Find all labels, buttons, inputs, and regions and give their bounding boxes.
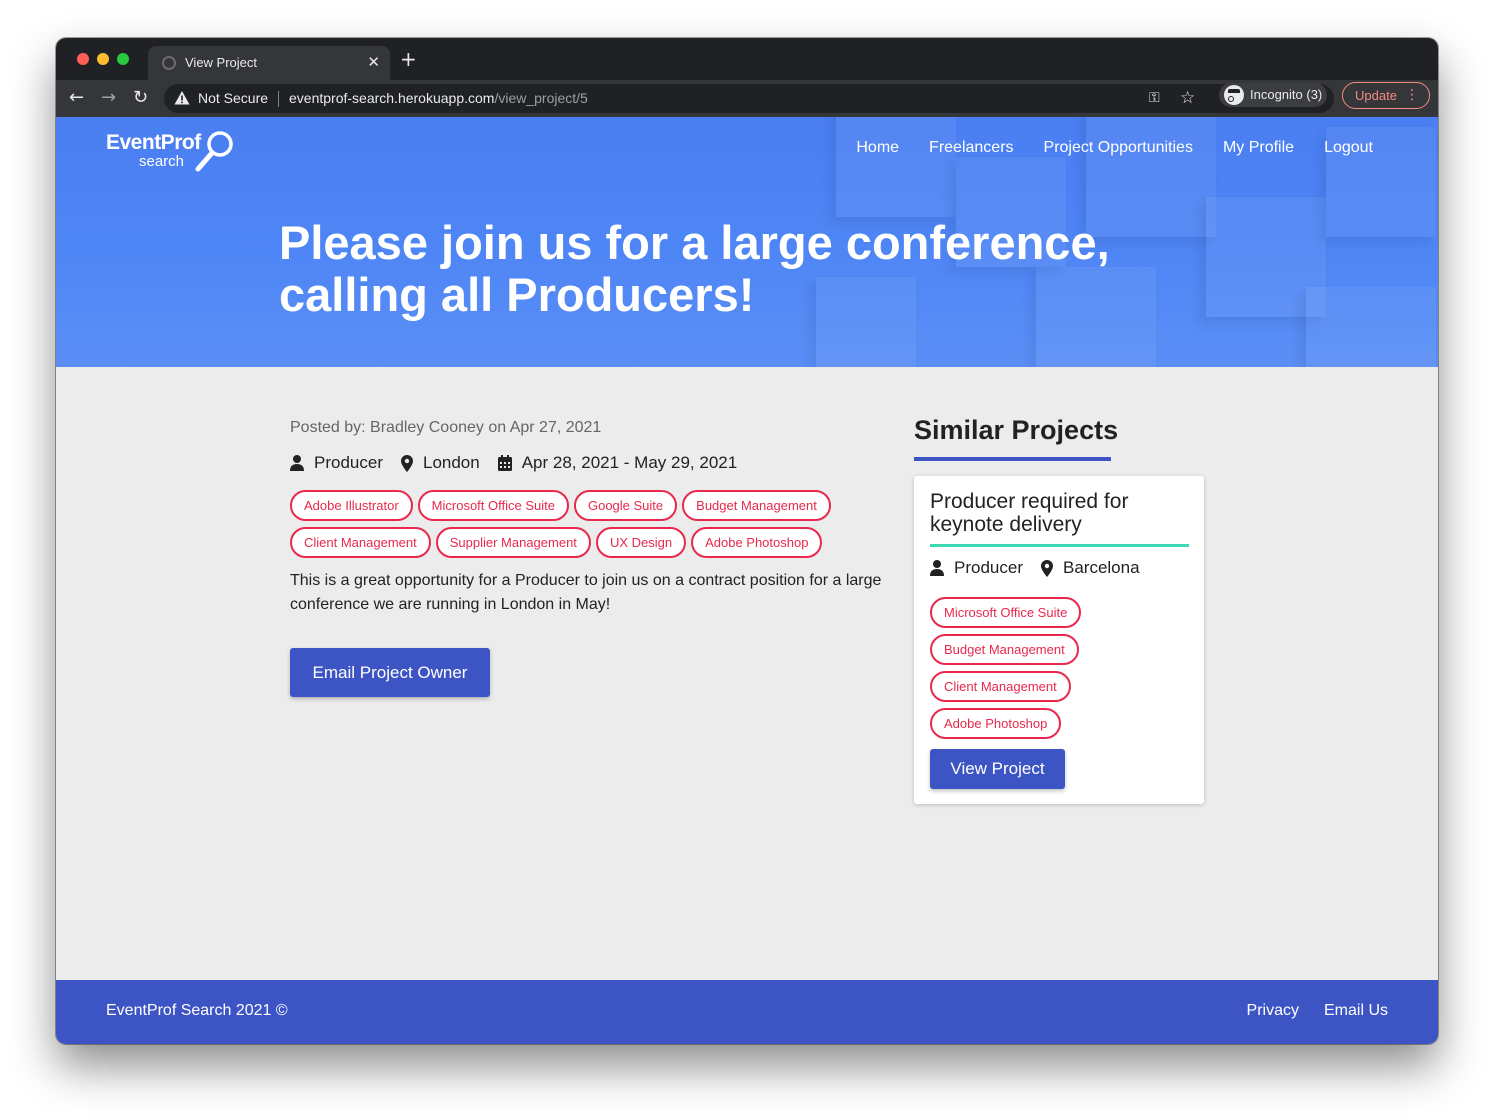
skill-chip[interactable]: Adobe Photoshop [691,527,823,558]
project-description: This is a great opportunity for a Produc… [290,572,882,613]
back-arrow-icon[interactable]: ← [69,87,84,109]
location-meta: London [400,453,480,473]
nav-logout[interactable]: Logout [1324,139,1373,157]
url-path: /view_project/5 [494,90,588,106]
browser-tab[interactable]: View Project ✕ [148,46,390,80]
skill-chip[interactable]: Client Management [290,527,431,558]
nav-my-profile[interactable]: My Profile [1223,139,1294,157]
minimize-window-button[interactable] [97,53,109,65]
reload-icon[interactable]: ↻ [133,87,148,109]
background-cube [836,117,956,217]
dates-meta: Apr 28, 2021 - May 29, 2021 [497,453,738,473]
url-host: eventprof-search.herokuapp.com [289,90,495,106]
globe-icon [162,56,176,70]
security-label[interactable]: Not Secure [198,90,268,106]
map-pin-icon [400,454,413,472]
new-tab-button[interactable]: + [400,49,417,69]
site-logo[interactable]: EventProf search [106,127,246,177]
skill-chip[interactable]: Budget Management [930,634,1079,665]
skill-chip[interactable]: Microsoft Office Suite [930,597,1082,628]
card-role-text: Producer [954,558,1023,577]
skill-chip[interactable]: Budget Management [682,490,831,521]
skill-chip[interactable]: Google Suite [573,490,678,521]
browser-window: View Project ✕ + ← → ↻ Not Secure eventp… [56,38,1438,1044]
email-project-owner-button[interactable]: Email Project Owner [290,648,490,697]
magnifier-logo-icon [195,131,233,172]
project-meta: Producer London Apr 28, 2021 - May 29, 2… [290,453,755,473]
hero-banner: EventProf search Home Freelancers Projec… [56,117,1438,367]
logo-main-text: EventProf [106,131,201,154]
map-pin-icon [1040,559,1053,577]
warning-icon [174,91,190,105]
main-nav: Home Freelancers Project Opportunities M… [856,139,1373,157]
card-meta: Producer Barcelona [930,558,1158,578]
key-icon[interactable]: ⚿ [1149,90,1160,106]
incognito-label: Incognito (3) [1250,87,1323,102]
skill-chip[interactable]: Supplier Management [435,527,591,558]
close-window-button[interactable] [77,53,89,65]
similar-project-card: Producer required for keynote delivery P… [914,476,1204,804]
footer-email-link[interactable]: Email Us [1324,1002,1388,1020]
location-text: London [422,453,480,472]
footer-privacy-link[interactable]: Privacy [1247,1002,1299,1020]
nav-freelancers[interactable]: Freelancers [929,139,1013,157]
tab-title: View Project [185,55,258,70]
url-text[interactable]: eventprof-search.herokuapp.com/view_proj… [289,90,588,106]
calendar-icon [497,455,512,471]
site-footer: EventProf Search 2021 © Privacy Email Us [56,980,1438,1044]
card-location-text: Barcelona [1062,558,1140,577]
heading-underline [914,457,1111,461]
page-title: Please join us for a large conference, c… [279,216,1110,321]
card-title-underline [930,544,1189,547]
card-skills: Microsoft Office Suite Budget Management… [930,597,1082,739]
user-icon [290,455,304,471]
skill-chip[interactable]: Adobe Illustrator [290,490,413,521]
card-location-meta: Barcelona [1040,558,1140,578]
address-divider [278,91,279,107]
more-menu-icon: ⋮ [1405,87,1419,103]
browser-toolbar: ← → ↻ Not Secure eventprof-search.heroku… [56,80,1438,117]
incognito-icon [1224,85,1244,105]
skill-chip[interactable]: Microsoft Office Suite [417,490,569,521]
incognito-indicator[interactable]: Incognito (3) [1219,83,1327,107]
address-bar[interactable]: Not Secure eventprof-search.herokuapp.co… [164,84,1334,113]
background-cube [1306,287,1436,367]
browser-tab-bar: View Project ✕ + [56,38,1438,80]
similar-projects-heading: Similar Projects [914,415,1119,445]
logo-sub-text: search [139,153,185,170]
zoom-window-button[interactable] [117,53,129,65]
footer-links: Privacy Email Us [1247,1002,1388,1020]
nav-project-opportunities[interactable]: Project Opportunities [1044,139,1193,157]
card-role-meta: Producer [930,558,1023,578]
role-meta: Producer [290,453,383,473]
main-content: Posted by: Bradley Cooney on Apr 27, 202… [56,367,1438,980]
skill-chip[interactable]: Client Management [930,671,1071,702]
project-skills: Adobe Illustrator Microsoft Office Suite… [290,490,880,558]
user-icon [930,560,944,576]
update-button[interactable]: Update ⋮ [1342,82,1430,109]
skill-chip[interactable]: UX Design [595,527,687,558]
dates-text: Apr 28, 2021 - May 29, 2021 [521,453,738,472]
card-title: Producer required for keynote delivery [930,490,1129,536]
nav-home[interactable]: Home [856,139,899,157]
view-project-button[interactable]: View Project [930,749,1065,789]
posted-by: Posted by: Bradley Cooney on Apr 27, 202… [290,419,602,436]
forward-arrow-icon[interactable]: → [101,87,116,109]
close-icon[interactable]: ✕ [367,52,380,72]
role-text: Producer [314,453,383,472]
bookmark-star-icon[interactable]: ☆ [1180,88,1195,108]
skill-chip[interactable]: Adobe Photoshop [930,708,1062,739]
footer-copyright: EventProf Search 2021 © [106,1002,288,1019]
update-label: Update [1355,88,1397,103]
